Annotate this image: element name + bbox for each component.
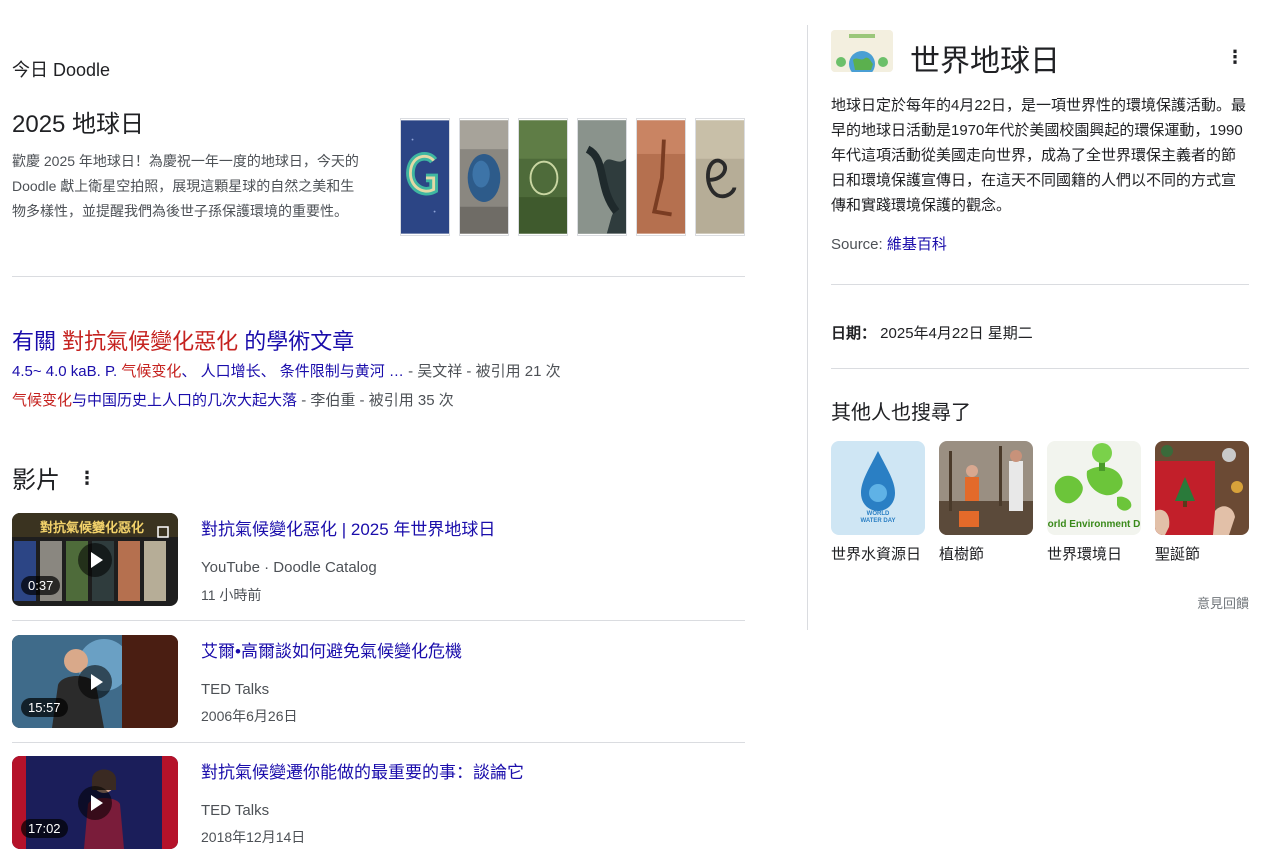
video-source: YouTube · Doodle Catalog [201,559,377,576]
scholar-article-meta: - 吴文祥 - 被引用 21 次 [403,363,561,380]
related-search-image: WORLD WATER DAY [831,441,925,535]
video-date: 11 小時前 [201,587,262,603]
video-source: TED Talks [201,681,270,698]
date-label: 日期： [831,325,877,342]
related-search-item[interactable]: orld Environment D 世界環境日 [1047,441,1141,564]
doodle-strip-o [459,118,509,236]
scholar-article-title-highlight: 气候变化 [121,363,182,380]
panel-divider [831,368,1249,369]
doodle-strip-g2 [577,118,627,236]
scholar-article-title-post: 、 人口增长、 条件限制与黄河 … [181,363,404,380]
more-options-icon[interactable]: ⋮ [78,469,96,487]
scholar-heading-prefix: 有關 [12,329,63,354]
tree-planting-image [939,441,1033,535]
related-image-caption: orld Environment D [1047,519,1141,530]
scholar-article[interactable]: 气候变化与中国历史上人口的几次大起大落 - 李伯重 - 被引用 35 次 [12,389,454,410]
earth-day-image [831,30,893,72]
panel-divider [831,284,1249,285]
christmas-image [1155,441,1249,535]
doodle-strip-l [636,118,686,236]
related-search-label: 植樹節 [939,546,985,563]
knowledge-panel-description: 地球日定於每年的4月22日，是一項世界性的環境保護活動。最早的地球日活動是197… [831,97,1247,214]
source-label: Source: [831,236,887,253]
doodle-title-link[interactable]: 2025 地球日 [12,104,144,139]
doodle-strip-g [400,118,450,236]
video-thumbnail[interactable]: 17:02 [12,756,178,849]
scholar-article[interactable]: 4.5~ 4.0 kaB. P. 气候变化、 人口增长、 条件限制与黄河 … -… [12,360,561,381]
scholar-heading-suffix: 的學術文章 [238,329,355,354]
related-search-item[interactable]: 植樹節 [939,441,1033,564]
date-value: 2025年4月22日 星期二 [876,325,1033,342]
video-thumbnail-caption: 對抗氣候變化惡化 [40,520,145,535]
related-search-image [939,441,1033,535]
related-search-image: orld Environment D [1047,441,1141,535]
video-thumbnail[interactable]: 對抗氣候變化惡化 0:37 [12,513,178,606]
scholar-heading-query: 對抗氣候變化惡化 [62,329,239,354]
doodle-strip-e [695,118,745,236]
section-divider [12,276,745,277]
video-divider [12,620,745,621]
video-title-link[interactable]: 艾爾•高爾談如何避免氣候變化危機 [201,637,462,662]
column-divider [807,25,808,630]
scholar-article-title-highlight: 气候变化 [12,392,73,409]
knowledge-panel-title: 世界地球日 [910,45,1060,78]
video-date: 2018年12月14日 [201,829,306,845]
feedback-link[interactable]: 意見回饋 [1197,593,1249,612]
more-options-icon[interactable]: ⋮ [1226,48,1244,66]
play-icon [78,543,112,577]
video-source: TED Talks [201,802,270,819]
video-divider [12,742,745,743]
video-title-link[interactable]: 對抗氣候變化惡化 | 2025 年世界地球日 [201,515,495,540]
video-duration: 15:57 [21,698,68,717]
video-thumbnail[interactable]: 15:57 [12,635,178,728]
videos-heading: 影片 [12,467,60,494]
scholar-article-title-post: 与中国历史上人口的几次大起大落 [72,392,298,409]
related-image-caption-line: WATER DAY [860,518,896,524]
scholar-article-title-pre: 4.5~ 4.0 kaB. P. [12,363,122,380]
related-search-image [1155,441,1249,535]
video-duration: 17:02 [21,819,68,838]
video-date: 2006年6月26日 [201,708,298,724]
scholar-article-meta: - 李伯重 - 被引用 35 次 [297,392,454,409]
people-also-search-heading: 其他人也搜尋了 [831,402,971,424]
video-duration: 0:37 [21,576,61,595]
source-link[interactable]: 維基百科 [887,236,947,253]
knowledge-panel-source: Source: 維基百科 [831,233,947,254]
doodle-strip-o2 [518,118,568,236]
related-search-item[interactable]: 聖誕節 [1155,441,1249,564]
play-icon [78,665,112,699]
related-search-item[interactable]: WORLD WATER DAY 世界水資源日 [831,441,925,564]
play-icon [78,786,112,820]
video-title-link[interactable]: 對抗氣候變遷你能做的最重要的事：談論它 [201,758,524,783]
related-search-label: 聖誕節 [1155,546,1201,563]
related-search-label: 世界環境日 [1047,546,1123,563]
related-image-caption: WORLD WATER DAY [831,511,925,525]
knowledge-panel-thumbnail[interactable] [831,30,893,72]
doodle-description: 歡慶 2025 年地球日！為慶祝一年一度的地球日，今天的 Doodle 獻上衛星… [12,153,359,219]
scholar-heading-link[interactable]: 有關 對抗氣候變化惡化 的學術文章 [12,324,354,356]
related-image-caption-line: WORLD [866,511,890,517]
main-column: 今日 Doodle 2025 地球日 歡慶 2025 年地球日！為慶祝一年一度的… [12,0,745,850]
related-search-label: 世界水資源日 [831,546,922,563]
knowledge-panel: 世界地球日 ⋮ 地球日定於每年的4月22日，是一項世界性的環境保護活動。最早的地… [831,0,1249,850]
doodle-section-label: 今日 Doodle [12,60,111,80]
doodle-image[interactable] [400,118,745,236]
date-fact: 日期： 2025年4月22日 星期二 [831,322,1033,343]
